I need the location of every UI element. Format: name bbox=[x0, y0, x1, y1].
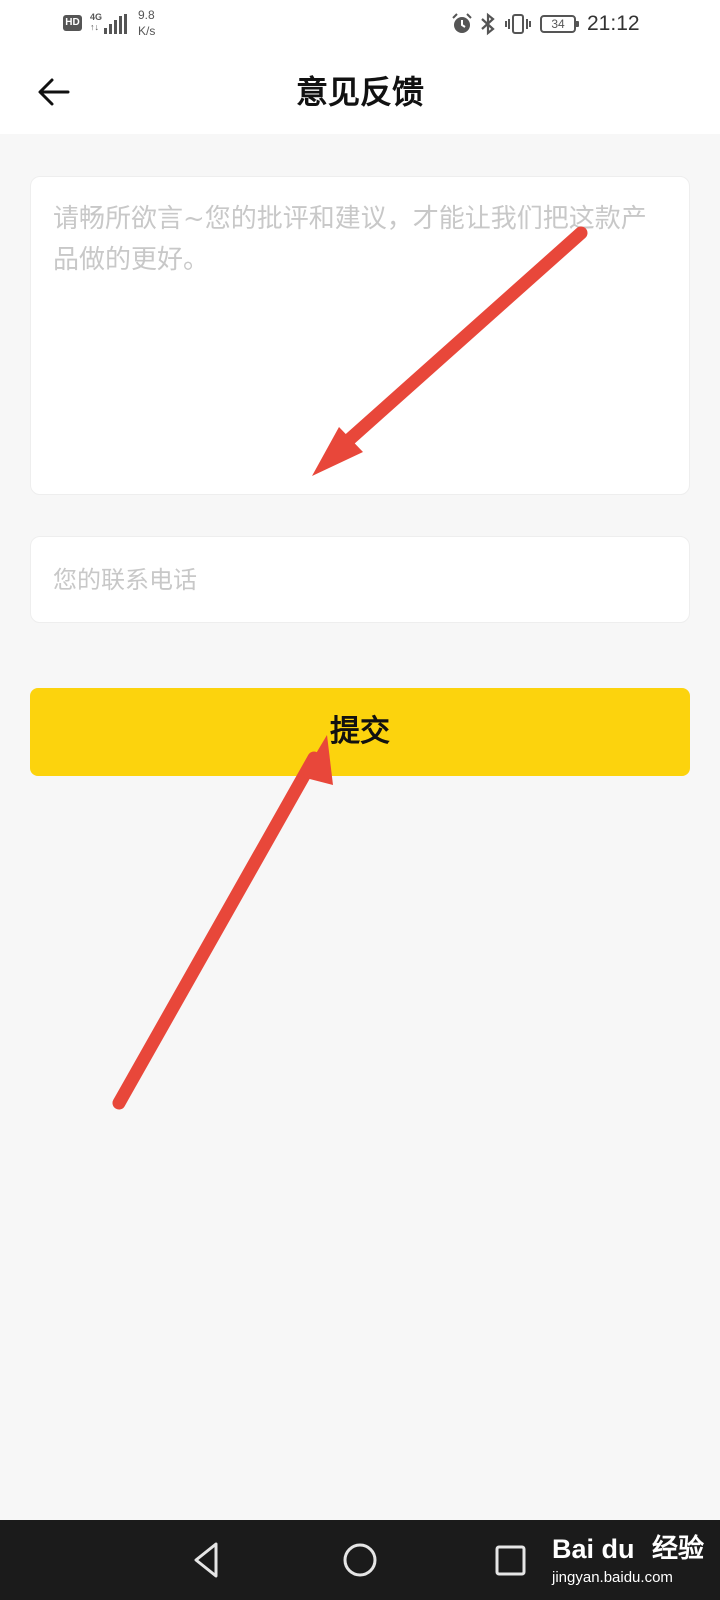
baidu-jingyan-watermark: Bai du 经验 jingyan.baidu.com bbox=[548, 1528, 716, 1594]
phone-box bbox=[30, 536, 690, 623]
network-activity: ↑↓ bbox=[90, 22, 99, 32]
battery-indicator: 34 bbox=[540, 15, 579, 33]
bluetooth-icon bbox=[478, 12, 498, 36]
signal-icon bbox=[104, 14, 128, 34]
alarm-icon bbox=[450, 12, 474, 36]
home-circle-icon bbox=[343, 1543, 377, 1577]
page-title: 意见反馈 bbox=[295, 73, 424, 111]
nav-back-button[interactable] bbox=[184, 1538, 228, 1582]
back-triangle-icon bbox=[194, 1542, 218, 1578]
phone-input[interactable] bbox=[53, 557, 671, 603]
submit-button[interactable]: 提交 bbox=[30, 688, 690, 776]
status-time: 21:12 bbox=[587, 12, 640, 35]
feedback-box bbox=[30, 176, 690, 495]
network-type-label: 4G bbox=[90, 12, 103, 22]
network-type: 4G ↑↓ bbox=[90, 12, 104, 34]
watermark-url: jingyan.baidu.com bbox=[552, 1569, 673, 1586]
network-speed-unit: K/s bbox=[138, 24, 156, 38]
nav-home-button[interactable] bbox=[338, 1538, 382, 1582]
system-nav-bar: Bai du 经验 jingyan.baidu.com bbox=[0, 1520, 720, 1600]
app-header: 意见反馈 bbox=[0, 50, 720, 134]
arrow-left-icon bbox=[38, 78, 70, 106]
back-button[interactable] bbox=[28, 66, 80, 118]
feedback-textarea[interactable] bbox=[53, 199, 671, 474]
network-speed: 9.8 K/s bbox=[138, 7, 168, 41]
status-bar: HD 4G ↑↓ 9.8 K/s 34 21:12 bbox=[0, 0, 720, 50]
network-speed-value: 9.8 bbox=[138, 8, 155, 22]
watermark-logo: Bai du bbox=[552, 1534, 635, 1564]
annotation-arrow-submit bbox=[112, 735, 333, 1110]
watermark-text: 经验 bbox=[652, 1534, 705, 1564]
nav-recents-button[interactable] bbox=[488, 1538, 532, 1582]
recents-square-icon bbox=[495, 1545, 526, 1576]
vibrate-icon bbox=[505, 12, 531, 36]
hd-badge: HD bbox=[63, 15, 82, 31]
